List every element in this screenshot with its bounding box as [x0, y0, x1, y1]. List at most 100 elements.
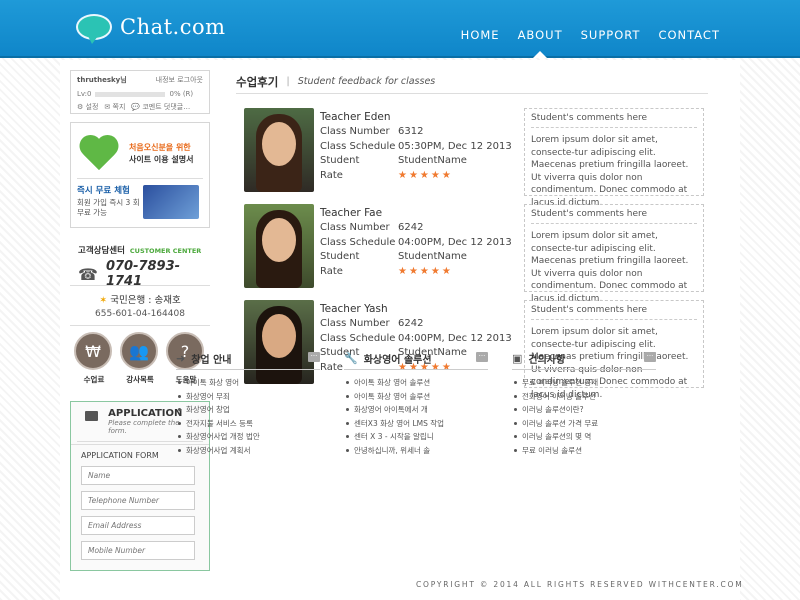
suggestions-section: ▣ 건의사항 ··· 무료 이러닝 솔루션 공개 전화영어 이러닝 솔루션 이러… — [512, 348, 656, 457]
email-field[interactable] — [81, 516, 195, 535]
class-schedule-label: Class Schedule — [320, 236, 396, 248]
teacher-name[interactable]: Teacher Fae — [320, 206, 512, 221]
list-item[interactable]: 이러닝 솔루션의 몇 역 — [512, 430, 656, 444]
list-item[interactable]: 이러닝 솔루션 가격 무료 — [512, 417, 656, 431]
name-field[interactable] — [81, 466, 195, 485]
promo-guide-title: 처음오신분을 위한 — [129, 142, 191, 152]
bank-account: 655-601-04-164408 — [95, 309, 185, 319]
content-container: thruthesky님 내정보 로그아웃 Lv:0 0% (R) ⚙ 설정 ✉ … — [60, 60, 740, 600]
settings-link[interactable]: ⚙ 설정 — [77, 102, 98, 112]
telephone-field[interactable] — [81, 491, 195, 510]
my-info-link[interactable]: 내정보 — [156, 76, 175, 84]
teacher-photo[interactable] — [244, 108, 314, 192]
page-title-en: Student feedback for classes — [297, 76, 436, 87]
customer-center: 고객상담센터 CUSTOMER CENTER ☎ 070-7893-1741 — [70, 238, 210, 289]
rating-stars: ★★★★★ — [398, 266, 453, 278]
list-item[interactable]: 화상영어 창업 — [176, 403, 320, 417]
list-item[interactable]: 전자지불 서비스 등록 — [176, 417, 320, 431]
class-number-label: Class Number — [320, 221, 390, 233]
rate-label: Rate — [320, 266, 343, 278]
promo-box[interactable]: 처음오신분을 위한 사이트 이용 설명서 즉시 무료 체험 회원 가입 즉시 3… — [70, 122, 210, 228]
list-item[interactable]: 화상영어사업 계획서 — [176, 444, 320, 458]
rate-label: Rate — [320, 170, 343, 182]
student-comment: Student's comments here Lorem ipsum dolo… — [524, 108, 704, 208]
list-item[interactable]: 화상영어 무죄 — [176, 390, 320, 404]
class-number-label: Class Number — [320, 125, 390, 137]
section-title: 건의사항 — [528, 355, 566, 366]
more-button[interactable]: ··· — [476, 352, 488, 362]
list-item[interactable]: 아이톡 화상 영어 솔루션 — [344, 376, 488, 390]
promo-guide-subtitle: 사이트 이용 설명서 — [129, 154, 194, 164]
bank-info: ✶ 국민은행 : 송재호 655-601-04-164408 — [70, 286, 210, 326]
section-title: 화상영어 솔루션 — [363, 355, 432, 366]
customer-center-title: 고객상담센터 — [78, 246, 125, 256]
list-item[interactable]: 아이톡 화상 영어 — [176, 376, 320, 390]
teacher-review: Teacher Fae Class Number 6242 Class Sched… — [244, 204, 704, 304]
class-number: 6312 — [398, 125, 424, 137]
phone-icon: ☎ — [78, 264, 98, 284]
student-name: StudentName — [398, 155, 467, 167]
free-trial-body: 회원 가입 즉시 3 회 무료 가능 — [77, 198, 140, 217]
teacher-list-label: 강사목록 — [126, 375, 154, 384]
inbox-icon: ▣ — [512, 352, 523, 365]
student-comment: Student's comments here Lorem ipsum dolo… — [524, 204, 704, 304]
list-item[interactable]: 무료 이러닝 솔루션 공개 — [512, 376, 656, 390]
people-icon: 👥 — [120, 332, 158, 370]
messages-link[interactable]: ✉ 쪽지 — [104, 102, 125, 112]
teacher-name[interactable]: Teacher Yash — [320, 302, 512, 317]
signpost-icon: ➜ — [176, 352, 186, 365]
rating-stars: ★★★★★ — [398, 170, 453, 182]
class-schedule: 04:00PM, Dec 12 2013 — [398, 332, 512, 344]
page-title: 수업후기 | Student feedback for classes — [236, 70, 708, 94]
main-content: 수업후기 | Student feedback for classes Teac… — [236, 70, 708, 400]
header: Chat.com HOME ABOUT SUPPORT CONTACT — [0, 0, 800, 58]
logout-link[interactable]: 로그아웃 — [177, 76, 203, 84]
level-progress: 0% (R) — [169, 90, 194, 98]
list-item[interactable]: 화상영어 아이톡에서 개 — [344, 403, 488, 417]
more-button[interactable]: ··· — [308, 352, 320, 362]
class-schedule-label: Class Schedule — [320, 332, 396, 344]
list-item[interactable]: 무료 이러닝 솔루션 — [512, 444, 656, 458]
list-item[interactable]: 센터X3 화상 영어 LMS 작업 — [344, 417, 488, 431]
list-item[interactable]: 안녕하십니까, 위세너 솔 — [344, 444, 488, 458]
logo-text: Chat.com — [120, 15, 226, 39]
mobile-field[interactable] — [81, 541, 195, 560]
free-trial-title: 즉시 무료 체험 — [77, 186, 130, 196]
nav-support[interactable]: SUPPORT — [581, 28, 641, 58]
free-trial-photo — [143, 185, 199, 219]
chat-bubble-icon — [76, 14, 112, 44]
list-item[interactable]: 이러닝 솔루션이란? — [512, 403, 656, 417]
class-schedule: 05:30PM, Dec 12 2013 — [398, 140, 512, 152]
teacher-list-link[interactable]: 👥 강사목록 — [120, 332, 160, 385]
page-title-ko: 수업후기 — [236, 74, 279, 89]
nav-about[interactable]: ABOUT — [518, 28, 563, 58]
list-item[interactable]: 화상영어사업 개정 법안 — [176, 430, 320, 444]
nav-contact[interactable]: CONTACT — [658, 28, 720, 58]
main-nav: HOME ABOUT SUPPORT CONTACT — [461, 28, 720, 58]
username[interactable]: thruthesky님 — [77, 75, 127, 85]
level-label: Lv:0 — [77, 90, 92, 98]
level-progress-bar — [95, 91, 166, 97]
class-number: 6242 — [398, 317, 424, 329]
list-item[interactable]: 센터 X 3 - 시작을 알립니 — [344, 430, 488, 444]
list-item[interactable]: 전화영어 이러닝 솔루션 — [512, 390, 656, 404]
customer-center-subtitle: CUSTOMER CENTER — [129, 247, 202, 255]
info-lists: ➜ 창업 안내 ··· 아이톡 화상 영어 화상영어 무죄 화상영어 창업 전자… — [176, 348, 656, 457]
comments-link[interactable]: 💬 코멘트 덧댓글… — [131, 102, 190, 112]
comment-body: Lorem ipsum dolor sit amet, consecte-tur… — [531, 135, 689, 208]
student-name: StudentName — [398, 251, 467, 263]
wrench-icon: 🔧 — [344, 352, 358, 365]
money-bag-icon: ₩ — [74, 332, 112, 370]
tuition-link[interactable]: ₩ 수업료 — [74, 332, 114, 385]
student-label: Student — [320, 155, 360, 167]
teacher-name[interactable]: Teacher Eden — [320, 110, 512, 125]
teacher-photo[interactable] — [244, 204, 314, 288]
startup-guide-section: ➜ 창업 안내 ··· 아이톡 화상 영어 화상영어 무죄 화상영어 창업 전자… — [176, 348, 320, 457]
list-item[interactable]: 아이톡 화상 영어 솔루션 — [344, 390, 488, 404]
more-button[interactable]: ··· — [644, 352, 656, 362]
comment-title: Student's comments here — [531, 305, 697, 320]
class-number: 6242 — [398, 221, 424, 233]
heart-photo-icon — [77, 134, 123, 174]
logo[interactable]: Chat.com — [76, 14, 226, 44]
nav-home[interactable]: HOME — [461, 28, 500, 58]
